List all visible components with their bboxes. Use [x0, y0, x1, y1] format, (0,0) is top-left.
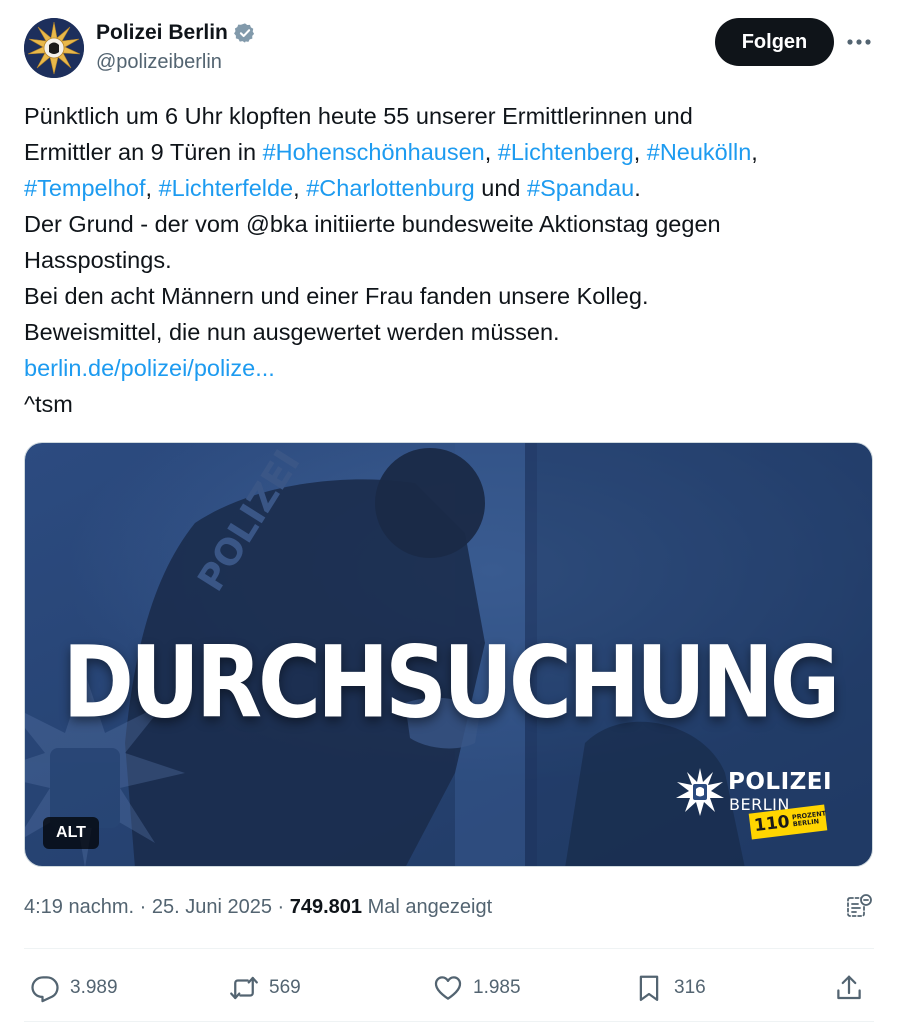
share-button[interactable] [834, 966, 864, 1010]
tweet-text-line: #Tempelhof, #Lichterfelde, #Charlottenbu… [24, 170, 874, 206]
tweet-text-line: Beweismittel, die nun ausgewertet werden… [24, 314, 874, 350]
badge-text: PROZENT BERLIN [791, 809, 828, 829]
hashtag-link[interactable]: #Charlottenburg [306, 175, 475, 201]
police-star-icon [24, 18, 84, 78]
external-link[interactable]: berlin.de/polizei/polize... [24, 355, 275, 381]
tweet-text: Pünktlich um 6 Uhr klopften heute 55 uns… [24, 98, 874, 422]
repost-count: 569 [269, 977, 301, 998]
tweet: Polizei Berlin @polizeiberlin Folgen Pün… [0, 0, 898, 1024]
tweet-text-segment: und [474, 175, 528, 201]
tweet-text-segment: , [633, 139, 647, 165]
divider [24, 948, 874, 949]
police-star-icon [676, 768, 724, 816]
tweet-text-segment: , [484, 139, 498, 165]
tweet-text-segment: Der Grund - der vom @bka initiierte bund… [24, 211, 721, 237]
bookmark-icon [639, 975, 659, 1001]
bookmark-count: 316 [674, 977, 706, 998]
verified-badge-icon [233, 23, 254, 43]
tweet-text-line: ^tsm [24, 386, 874, 422]
badge-text-2: BERLIN [792, 817, 820, 829]
account-names: Polizei Berlin @polizeiberlin [96, 20, 256, 74]
police-logo: POLIZEI BERLIN 110 PROZENT BERLIN [675, 765, 835, 845]
handle[interactable]: @polizeiberlin [96, 51, 256, 74]
alt-badge[interactable]: ALT [43, 817, 99, 849]
follow-button[interactable]: Folgen [715, 18, 834, 66]
media-image[interactable]: POLIZEI DURCHSUCHUNG POLIZEI BERLIN 110 … [24, 442, 873, 867]
reply-count: 3.989 [70, 977, 118, 998]
tweet-text-line: Pünktlich um 6 Uhr klopften heute 55 uns… [24, 98, 874, 134]
bookmark-button[interactable]: 316 [634, 966, 706, 1010]
analytics-icon[interactable] [844, 892, 874, 922]
hashtag-link[interactable]: #Spandau [527, 175, 634, 201]
media-title: DURCHSUCHUNG [62, 625, 841, 741]
tweet-text-segment: Hasspostings. [24, 247, 172, 273]
hashtag-link[interactable]: #Tempelhof [24, 175, 146, 201]
tweet-text-line: Hasspostings. [24, 242, 874, 278]
meta-separator: · [271, 896, 290, 918]
action-bar: 3.989 569 1.985 316 [24, 966, 874, 1010]
tweet-text-line: Ermittler an 9 Türen in #Hohenschönhause… [24, 134, 874, 170]
reply-button[interactable]: 3.989 [30, 966, 118, 1010]
tweet-text-line: berlin.de/polizei/polize... [24, 350, 874, 386]
divider [24, 1021, 874, 1022]
tweet-text-segment: Beweismittel, die nun ausgewertet werden… [24, 319, 560, 345]
more-options-icon [847, 39, 871, 45]
display-name[interactable]: Polizei Berlin [96, 21, 228, 45]
tweet-text-segment: , [145, 175, 159, 201]
display-name-row: Polizei Berlin [96, 20, 256, 46]
hashtag-link[interactable]: #Lichtenberg [498, 139, 634, 165]
tweet-text-line: Bei den acht Männern und einer Frau fand… [24, 278, 874, 314]
avatar[interactable] [24, 18, 84, 78]
tweet-meta: 4:19 nachm. · 25. Juni 2025 · 749.801 Ma… [24, 896, 492, 919]
share-icon [837, 975, 861, 1000]
meta-separator: · [134, 896, 152, 918]
tweet-header: Polizei Berlin @polizeiberlin Folgen [24, 16, 874, 80]
like-count: 1.985 [473, 977, 521, 998]
tweet-text-segment: ^tsm [24, 391, 73, 417]
hashtag-link[interactable]: #Lichterfelde [159, 175, 294, 201]
badge-number: 110 [753, 811, 791, 837]
tweet-text-segment: Bei den acht Männern und einer Frau fand… [24, 283, 649, 309]
repost-icon [230, 976, 258, 1000]
tweet-text-segment: , [293, 175, 307, 201]
like-button[interactable]: 1.985 [433, 966, 521, 1010]
tweet-text-segment: Pünktlich um 6 Uhr klopften heute 55 uns… [24, 103, 693, 129]
tweet-text-segment: , [751, 139, 758, 165]
tweet-date[interactable]: 25. Juni 2025 [152, 896, 272, 919]
views-label-text: Mal angezeigt [367, 896, 493, 918]
reply-icon [31, 976, 59, 1003]
hashtag-link[interactable]: #Neukölln [647, 139, 752, 165]
hashtag-link[interactable]: #Hohenschönhausen [263, 139, 485, 165]
repost-button[interactable]: 569 [229, 966, 301, 1010]
tweet-text-line: Der Grund - der vom @bka initiierte bund… [24, 206, 874, 242]
tweet-time[interactable]: 4:19 nachm. [24, 896, 134, 919]
views-label: Mal angezeigt [362, 896, 493, 919]
more-options-button[interactable] [844, 28, 874, 56]
like-icon [434, 976, 462, 1000]
logo-word: POLIZEI [728, 769, 833, 795]
views-count: 749.801 [289, 896, 363, 918]
tweet-text-segment: . [634, 175, 641, 201]
tweet-text-segment: Ermittler an 9 Türen in [24, 139, 263, 165]
